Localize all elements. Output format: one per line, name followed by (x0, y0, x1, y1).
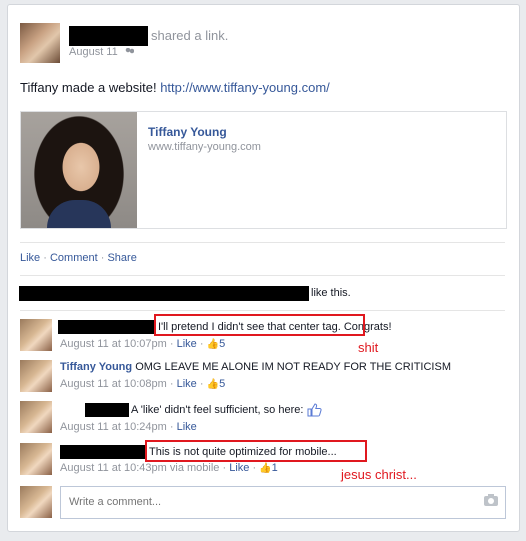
message-prefix: Tiffany made a website! (20, 80, 157, 95)
comment-time[interactable]: August 11 at 10:43pm (60, 462, 167, 474)
comment-link[interactable]: Comment (50, 252, 98, 264)
thumbs-up-icon (307, 403, 323, 417)
divider (20, 310, 505, 311)
comment-like-link[interactable]: Like (177, 338, 197, 350)
divider (20, 242, 505, 243)
comment-like-count[interactable]: 5 (219, 378, 225, 390)
commenter-avatar[interactable] (20, 401, 52, 433)
highlight-box (145, 440, 367, 462)
thumbs-up-icon[interactable]: 👍 (207, 379, 219, 390)
comment-meta: August 11 at 10:43pm via mobile · Like ·… (60, 462, 278, 474)
post-date[interactable]: August 11 (69, 46, 118, 58)
comment-meta: August 11 at 10:24pm · Like (60, 421, 197, 433)
commenter-avatar[interactable] (20, 443, 52, 475)
redacted-commenter-name (85, 403, 129, 417)
divider (20, 275, 505, 276)
commenter-avatar[interactable] (20, 319, 52, 351)
share-link[interactable]: Share (107, 252, 136, 264)
separator: · (169, 378, 174, 390)
camera-icon[interactable] (484, 494, 498, 506)
post-message: Tiffany made a website! http://www.tiffa… (20, 80, 330, 95)
separator: · (169, 338, 174, 350)
comment-time[interactable]: August 11 at 10:07pm (60, 338, 167, 350)
comment-like-link[interactable]: Like (229, 462, 249, 474)
separator: · (199, 378, 204, 390)
preview-title[interactable]: Tiffany Young (148, 125, 227, 139)
redacted-commenter-name (58, 320, 155, 334)
comment-input[interactable] (61, 487, 477, 516)
friends-audience-icon[interactable] (124, 48, 134, 57)
redacted-likers (19, 286, 309, 301)
post-actions: Like · Comment · Share (20, 252, 137, 264)
thumbs-up-icon[interactable]: 👍 (259, 463, 271, 474)
comment-like-link[interactable]: Like (177, 421, 197, 433)
comment-author[interactable]: Tiffany Young (60, 361, 132, 373)
redacted-commenter-name (60, 445, 146, 459)
comment-time[interactable]: August 11 at 10:08pm (60, 378, 167, 390)
comment-body: A 'like' didn't feel sufficient, so here… (131, 403, 304, 416)
separator: · (199, 338, 204, 350)
annotation-note: shit (358, 340, 379, 355)
feed-story-card: shared a link. August 11 Tiffany made a … (7, 4, 520, 532)
annotation-note: jesus christ... (341, 467, 417, 482)
redacted-poster-name (69, 26, 148, 46)
comment-meta: August 11 at 10:08pm · Like · 👍5 (60, 378, 225, 390)
post-meta: August 11 (69, 46, 134, 58)
preview-domain: www.tiffany-young.com (148, 141, 261, 153)
current-user-avatar (20, 486, 52, 518)
comment-like-link[interactable]: Like (177, 378, 197, 390)
preview-photo[interactable] (21, 112, 137, 228)
message-url-link[interactable]: http://www.tiffany-young.com/ (160, 80, 330, 95)
link-preview[interactable]: Tiffany Young www.tiffany-young.com (20, 111, 507, 229)
separator: · (169, 421, 174, 433)
comment-line: A 'like' didn't feel sufficient, so here… (131, 403, 323, 417)
separator: · (222, 462, 227, 474)
comment-like-count[interactable]: 1 (272, 462, 278, 474)
separator: · (252, 462, 257, 474)
highlight-box (154, 314, 365, 336)
comment-time[interactable]: August 11 at 10:24pm (60, 421, 167, 433)
comment-meta: August 11 at 10:07pm · Like · 👍5 (60, 338, 225, 350)
commenter-avatar[interactable] (20, 360, 52, 392)
poster-avatar[interactable] (20, 23, 60, 63)
like-link[interactable]: Like (20, 252, 40, 264)
comment-body: OMG LEAVE ME ALONE IM NOT READY FOR THE … (135, 361, 451, 373)
thumbs-up-icon[interactable]: 👍 (207, 339, 219, 350)
likes-summary-text: like this. (311, 287, 351, 299)
comment-via: via mobile (169, 462, 220, 474)
comment-line: Tiffany Young OMG LEAVE ME ALONE IM NOT … (60, 361, 451, 373)
separator: · (100, 252, 105, 264)
comment-like-count[interactable]: 5 (219, 338, 225, 350)
separator: · (43, 252, 47, 264)
comment-composer[interactable] (60, 486, 506, 519)
post-action-text: shared a link. (151, 28, 229, 43)
